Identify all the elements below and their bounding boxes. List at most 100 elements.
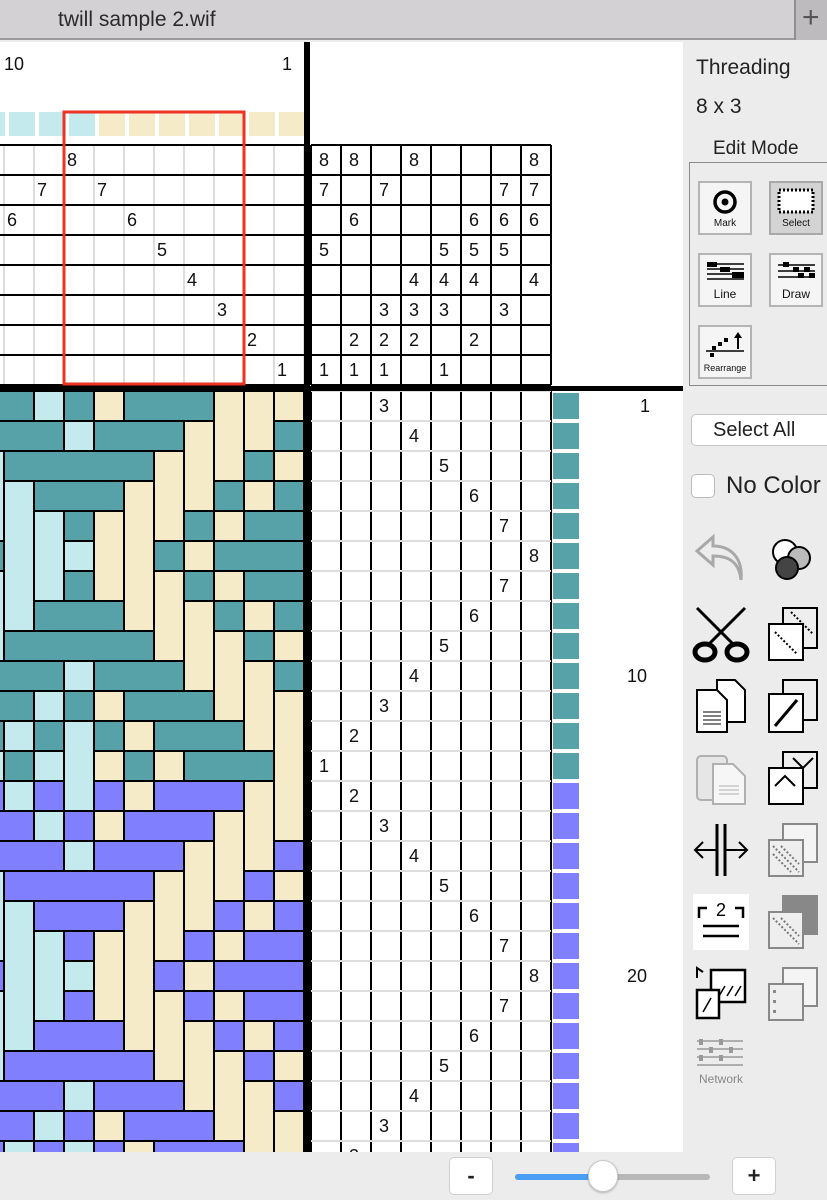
- warp-float: [185, 542, 213, 570]
- treadling-mark: 6: [469, 1026, 480, 1046]
- network-icon[interactable]: [691, 1037, 751, 1097]
- weft-color-cell: [553, 603, 579, 629]
- title-bar: twill sample 2.wif +: [0, 0, 827, 40]
- weft-float: [5, 452, 153, 480]
- repeat-count-icon[interactable]: 2: [691, 892, 751, 952]
- weft-float: [0, 842, 63, 870]
- select-tool-button[interactable]: Select: [769, 181, 823, 235]
- flip-diagonal-icon[interactable]: [763, 604, 823, 664]
- warp-float: [125, 722, 153, 750]
- weft-float: [95, 422, 183, 450]
- zoom-in-button[interactable]: +: [732, 1157, 776, 1195]
- weft-float: [95, 662, 183, 690]
- weft-float: [0, 692, 33, 720]
- weft-float: [95, 842, 183, 870]
- weft-float: [65, 1112, 93, 1140]
- mark-tool-button[interactable]: Mark: [698, 181, 752, 235]
- warp-float: [215, 932, 243, 960]
- shift-pattern-icon[interactable]: [691, 964, 751, 1024]
- copy-icon[interactable]: [691, 676, 751, 736]
- warp-float: [215, 512, 243, 540]
- weft-float: [0, 782, 3, 810]
- warp-float: [95, 752, 123, 780]
- zoom-bar: - +: [0, 1152, 827, 1200]
- weft-color-cell: [553, 543, 579, 569]
- weft-float: [245, 932, 303, 960]
- weft-color-cell: [553, 663, 579, 689]
- rotate-icon[interactable]: [763, 676, 823, 736]
- svg-text:2: 2: [716, 900, 726, 920]
- warp-float: [5, 482, 33, 630]
- paste-icon[interactable]: [691, 748, 751, 808]
- weft-float: [215, 962, 303, 990]
- warp-float: [245, 1082, 273, 1152]
- treadling-mark: 3: [379, 696, 390, 716]
- treadling-mark: 7: [499, 516, 510, 536]
- vertical-separator: [304, 42, 310, 1152]
- zoom-slider-knob[interactable]: [587, 1160, 618, 1192]
- warp-float: [245, 1022, 273, 1050]
- rearrange-tool-button[interactable]: Rearrange: [698, 325, 752, 379]
- tieup-mark: 2: [409, 330, 420, 350]
- line-tool-button[interactable]: Line: [698, 253, 752, 307]
- weaving-draft-canvas[interactable]: 1011234567876587518621732184325431654276…: [0, 42, 683, 1152]
- weft-float: [5, 752, 33, 780]
- warp-float: [155, 452, 183, 540]
- new-tab-button[interactable]: +: [794, 0, 827, 40]
- weft-float: [245, 992, 303, 1020]
- warp-float: [35, 812, 63, 840]
- treadling-mark: 6: [469, 486, 480, 506]
- weft-float: [65, 512, 93, 540]
- scissors-cut-icon[interactable]: [691, 604, 751, 664]
- threading-mark: 8: [67, 150, 78, 170]
- warp-float: [155, 992, 183, 1080]
- weft-color-cell: [553, 483, 579, 509]
- section-title: Threading: [696, 56, 791, 79]
- color-palette-icon[interactable]: [765, 534, 825, 594]
- weft-float: [5, 872, 153, 900]
- tieup-mark: 2: [379, 330, 390, 350]
- warp-float: [95, 512, 123, 600]
- insert-column-icon[interactable]: [691, 820, 751, 880]
- satin-block-icon[interactable]: [763, 892, 823, 952]
- draw-tool-button[interactable]: Draw: [769, 253, 823, 307]
- weft-float: [275, 1082, 303, 1110]
- weft-float: [185, 932, 213, 960]
- tieup-mark: 6: [529, 210, 540, 230]
- tieup-mark: 1: [319, 360, 330, 380]
- weft-color-cell: [553, 453, 579, 479]
- weft-float: [35, 902, 123, 930]
- weft-float: [185, 992, 213, 1020]
- weft-float: [0, 812, 33, 840]
- warp-float: [215, 392, 243, 480]
- tieup-mark: 6: [469, 210, 480, 230]
- mirror-icon[interactable]: [763, 748, 823, 808]
- undo-icon[interactable]: [691, 532, 751, 592]
- twill-block-icon[interactable]: [763, 820, 823, 880]
- weft-float: [125, 1112, 213, 1140]
- weft-float: [275, 842, 303, 870]
- dotted-block-icon[interactable]: [763, 964, 823, 1024]
- weft-float: [95, 1082, 183, 1110]
- draft-svg[interactable]: [0, 42, 683, 1152]
- weft-float: [275, 602, 303, 630]
- tieup-mark: 3: [409, 300, 420, 320]
- weft-float: [245, 872, 273, 900]
- weft-color-cell: [553, 1023, 579, 1049]
- weft-float: [35, 722, 63, 750]
- warp-float: [5, 902, 33, 1050]
- threading-mark: 6: [127, 210, 138, 230]
- warp-float: [215, 632, 243, 720]
- select-all-button[interactable]: Select All: [691, 414, 827, 446]
- no-color-checkbox[interactable]: [691, 474, 715, 498]
- zoom-out-button[interactable]: -: [449, 1157, 493, 1195]
- document-tab-title[interactable]: twill sample 2.wif: [58, 8, 216, 32]
- network-label: Network: [699, 1072, 744, 1086]
- weft-float: [65, 932, 93, 960]
- tieup-mark: 8: [349, 150, 360, 170]
- warp-float: [65, 662, 93, 690]
- tieup-mark: 5: [499, 240, 510, 260]
- treadling-mark: 1: [319, 756, 330, 776]
- thread-number-label: 10: [4, 54, 25, 74]
- tieup-mark: 2: [349, 330, 360, 350]
